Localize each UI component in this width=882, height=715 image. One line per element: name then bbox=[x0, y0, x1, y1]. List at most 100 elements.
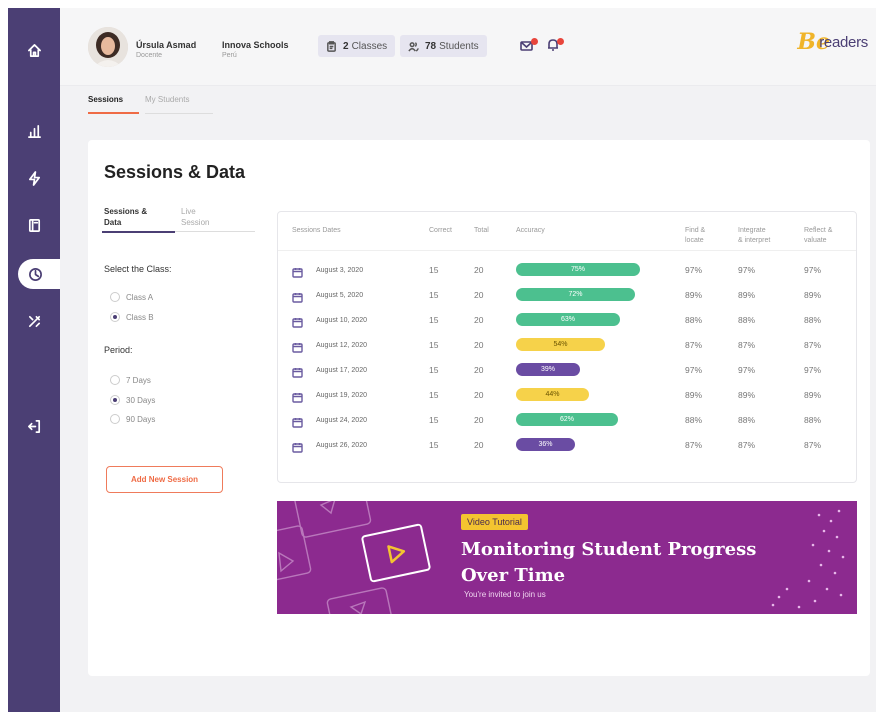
students-count: 78 bbox=[425, 40, 437, 52]
activity-icon[interactable] bbox=[8, 163, 60, 193]
find-locate-value: 97% bbox=[685, 265, 703, 275]
stats-icon[interactable] bbox=[8, 116, 60, 146]
table-row[interactable]: August 5, 2020 15 20 72% 89% 89% 89% bbox=[278, 285, 856, 310]
tab-my-students-underline bbox=[145, 113, 213, 114]
integrate-interpret-value: 97% bbox=[738, 365, 756, 375]
calendar-icon bbox=[292, 290, 303, 303]
find-locate-value: 89% bbox=[685, 390, 703, 400]
notifications-button[interactable] bbox=[546, 38, 564, 54]
integrate-interpret-value: 89% bbox=[738, 390, 756, 400]
calendar-icon bbox=[292, 440, 303, 453]
users-icon bbox=[408, 41, 419, 52]
history-icon[interactable] bbox=[18, 259, 60, 289]
session-date: August 12, 2020 bbox=[316, 342, 367, 349]
book-icon[interactable] bbox=[8, 210, 60, 240]
home-icon[interactable] bbox=[8, 35, 60, 65]
radio-90-days[interactable]: 90 Days bbox=[110, 414, 155, 424]
find-locate-value: 87% bbox=[685, 340, 703, 350]
total-value: 20 bbox=[474, 440, 484, 450]
radio-7-days[interactable]: 7 Days bbox=[110, 375, 151, 385]
radio-class-b[interactable]: Class B bbox=[110, 312, 154, 322]
students-chip[interactable]: 78 Students bbox=[400, 35, 487, 57]
header-divider bbox=[278, 250, 856, 251]
col-header-find-locate: Find & locate bbox=[685, 226, 705, 246]
session-date: August 17, 2020 bbox=[316, 367, 367, 374]
integrate-interpret-value: 89% bbox=[738, 290, 756, 300]
col-header-total: Total bbox=[474, 227, 489, 234]
reflect-valuate-value: 87% bbox=[804, 440, 822, 450]
table-row[interactable]: August 19, 2020 15 20 44% 89% 89% 89% bbox=[278, 385, 856, 410]
table-row[interactable]: August 17, 2020 15 20 39% 97% 97% 97% bbox=[278, 360, 856, 385]
tab-my-students[interactable]: My Students bbox=[145, 95, 189, 104]
logout-icon[interactable] bbox=[8, 411, 60, 441]
banner-title-line1: Monitoring Student Progress bbox=[461, 539, 757, 560]
find-locate-value: 97% bbox=[685, 365, 703, 375]
integrate-interpret-value: 88% bbox=[738, 315, 756, 325]
messages-alert-dot bbox=[531, 38, 538, 45]
col-header-integrate-line2: & interpret bbox=[738, 237, 771, 244]
col-header-reflect-line1: Reflect & bbox=[804, 227, 833, 234]
accuracy-bar: 54% bbox=[516, 338, 605, 351]
subtab-sessions-data-line2: Data bbox=[104, 218, 122, 227]
subtab-underline bbox=[175, 231, 255, 232]
radio-90-days-label: 90 Days bbox=[126, 414, 156, 424]
sessions-table: Sessions Dates Correct Total Accuracy Fi… bbox=[277, 211, 857, 483]
banner-title: Monitoring Student Progress Over Time bbox=[461, 537, 781, 589]
tab-sessions-indicator bbox=[88, 112, 139, 114]
total-value: 20 bbox=[474, 365, 484, 375]
notifications-alert-dot bbox=[557, 38, 564, 45]
total-value: 20 bbox=[474, 265, 484, 275]
accuracy-bar: 44% bbox=[516, 388, 589, 401]
table-row[interactable]: August 3, 2020 15 20 75% 97% 97% 97% bbox=[278, 260, 856, 285]
clipboard-icon bbox=[327, 40, 336, 52]
subtab-sessions-data[interactable]: Sessions & Data bbox=[104, 206, 147, 228]
accuracy-bar: 39% bbox=[516, 363, 580, 376]
reflect-valuate-value: 89% bbox=[804, 290, 822, 300]
subtab-live-session[interactable]: Live Session bbox=[181, 206, 209, 228]
avatar[interactable] bbox=[88, 27, 128, 67]
banner-subtitle: You're invited to join us bbox=[464, 590, 546, 599]
table-row[interactable]: August 24, 2020 15 20 62% 88% 88% 88% bbox=[278, 410, 856, 435]
radio-class-a[interactable]: Class A bbox=[110, 292, 153, 302]
radio-90-days-ring bbox=[110, 414, 120, 424]
reflect-valuate-value: 88% bbox=[804, 415, 822, 425]
video-tutorial-badge: Video Tutorial bbox=[461, 514, 528, 530]
page-title: Sessions & Data bbox=[104, 162, 246, 182]
session-date: August 24, 2020 bbox=[316, 417, 367, 424]
col-header-accuracy: Accuracy bbox=[516, 227, 545, 234]
table-row[interactable]: August 26, 2020 15 20 36% 87% 87% 87% bbox=[278, 435, 856, 460]
total-value: 20 bbox=[474, 290, 484, 300]
radio-7-days-ring bbox=[110, 375, 120, 385]
user-name: Úrsula Asmad bbox=[136, 40, 197, 50]
classes-count: 2 bbox=[343, 40, 349, 52]
col-header-reflect-line2: valuate bbox=[804, 237, 827, 244]
radio-7-days-label: 7 Days bbox=[126, 375, 151, 385]
video-tutorial-banner[interactable]: Video Tutorial Monitoring Student Progre… bbox=[277, 501, 857, 614]
logo-text: readers bbox=[819, 34, 868, 51]
tools-icon[interactable] bbox=[8, 306, 60, 336]
accuracy-bar: 36% bbox=[516, 438, 575, 451]
find-locate-value: 89% bbox=[685, 290, 703, 300]
banner-dots-decoration bbox=[771, 509, 845, 609]
calendar-icon bbox=[292, 415, 303, 428]
calendar-icon bbox=[292, 390, 303, 403]
radio-30-days-label: 30 Days bbox=[126, 395, 156, 405]
total-value: 20 bbox=[474, 315, 484, 325]
accuracy-bar: 72% bbox=[516, 288, 635, 301]
correct-value: 15 bbox=[429, 390, 439, 400]
tab-sessions[interactable]: Sessions bbox=[88, 95, 123, 104]
total-value: 20 bbox=[474, 340, 484, 350]
radio-30-days[interactable]: 30 Days bbox=[110, 395, 155, 405]
user-role: Docente bbox=[136, 52, 163, 59]
classes-chip[interactable]: 2 Classes bbox=[318, 35, 396, 57]
correct-value: 15 bbox=[429, 365, 439, 375]
table-row[interactable]: August 10, 2020 15 20 63% 88% 88% 88% bbox=[278, 310, 856, 335]
banner-title-line2: Over Time bbox=[461, 565, 566, 586]
subtab-active-indicator bbox=[102, 231, 175, 233]
table-row[interactable]: August 12, 2020 15 20 54% 87% 87% 87% bbox=[278, 335, 856, 360]
add-new-session-button[interactable]: Add New Session bbox=[106, 466, 223, 493]
session-date: August 3, 2020 bbox=[316, 267, 364, 274]
messages-button[interactable] bbox=[520, 38, 538, 54]
integrate-interpret-value: 97% bbox=[738, 265, 756, 275]
reflect-valuate-value: 87% bbox=[804, 340, 822, 350]
